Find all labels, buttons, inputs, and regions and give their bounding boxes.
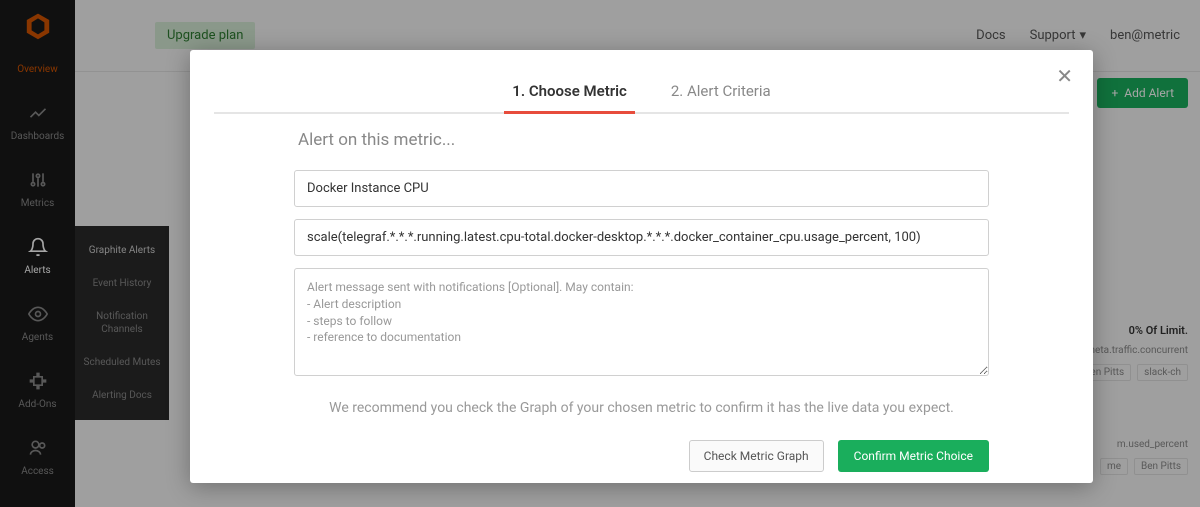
modal-tabs: 1. Choose Metric 2. Alert Criteria	[214, 72, 1069, 114]
alert-message-textarea[interactable]	[294, 268, 989, 376]
create-alert-modal: ✕ 1. Choose Metric 2. Alert Criteria Ale…	[190, 50, 1093, 483]
modal-hint: We recommend you check the Graph of your…	[294, 400, 989, 416]
alert-name-input[interactable]	[294, 170, 989, 207]
modal-subtitle: Alert on this metric...	[298, 130, 989, 150]
close-button[interactable]: ✕	[1056, 64, 1073, 88]
close-icon: ✕	[1056, 64, 1073, 88]
confirm-metric-choice-button[interactable]: Confirm Metric Choice	[838, 440, 989, 472]
metric-query-input[interactable]	[294, 219, 989, 256]
check-metric-graph-button[interactable]: Check Metric Graph	[689, 440, 824, 472]
modal-body: Alert on this metric... We recommend you…	[214, 114, 1069, 416]
tab-choose-metric[interactable]: 1. Choose Metric	[508, 72, 631, 112]
modal-actions: Check Metric Graph Confirm Metric Choice	[214, 440, 1069, 472]
tab-alert-criteria[interactable]: 2. Alert Criteria	[667, 72, 775, 112]
